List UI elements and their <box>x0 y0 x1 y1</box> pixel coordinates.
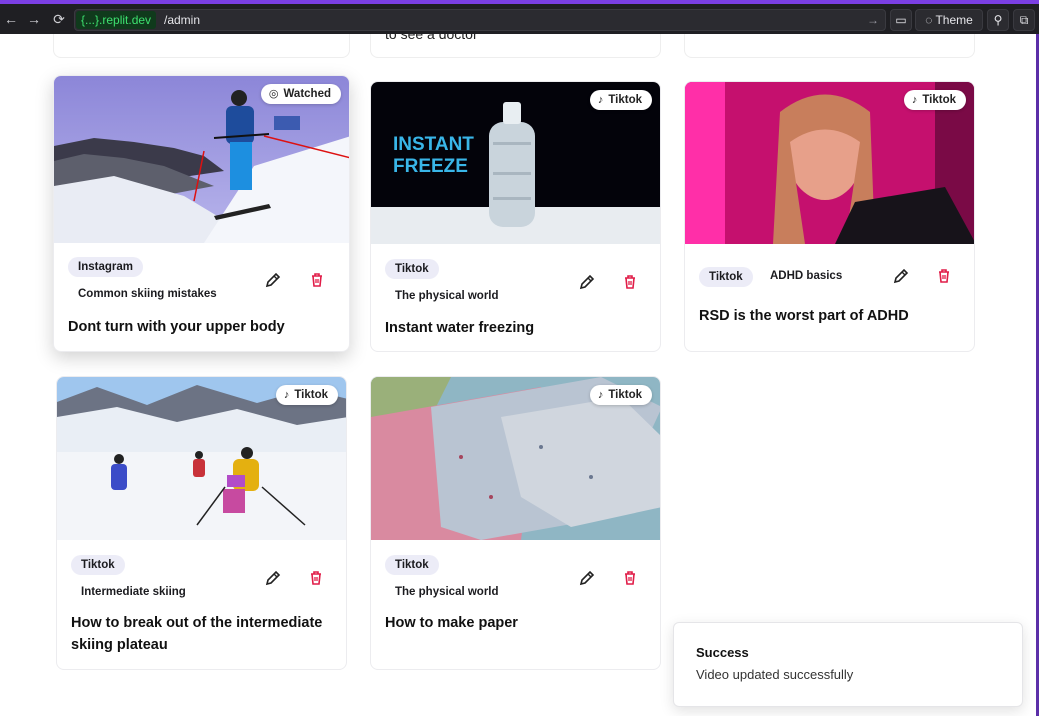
thumbnail-caption: INSTANT FREEZE <box>393 134 474 177</box>
platform-tag: Instagram <box>68 257 143 277</box>
video-card[interactable]: ♪ Tiktok Tiktok Intermediate skiing How … <box>56 376 347 670</box>
topic-label: The physical world <box>395 586 499 598</box>
topic-label: Intermediate skiing <box>81 586 186 598</box>
platform-tag: Tiktok <box>385 555 439 575</box>
trash-icon <box>625 571 635 585</box>
topic-label: The physical world <box>395 290 499 302</box>
tiktok-icon: ♪ <box>597 389 604 401</box>
card-remnant <box>684 34 975 58</box>
toast-title: Success <box>696 645 749 660</box>
trash-icon <box>625 275 635 289</box>
theme-label: Theme <box>935 13 973 27</box>
video-title: RSD is the worst part of ADHD <box>699 308 909 324</box>
delete-button[interactable] <box>620 568 640 588</box>
video-card[interactable]: INSTANT FREEZE ♪ Tiktok Tiktok The physi… <box>370 81 661 352</box>
platform-badge: ♪ Tiktok <box>275 385 338 405</box>
back-icon[interactable]: ← <box>2 10 20 28</box>
tools-icon[interactable]: ⚲ <box>987 9 1009 31</box>
open-external-icon[interactable]: ⧉ <box>1013 9 1035 31</box>
palette-icon: ◌ <box>925 13 933 27</box>
domain-chip: {...}.replit.dev <box>76 11 157 29</box>
toast-message: Video updated successfully <box>696 667 854 682</box>
video-title: How to break out of the intermediate ski… <box>71 615 323 653</box>
tiktok-icon: ♪ <box>283 389 290 401</box>
platform-badge: ♪ Tiktok <box>589 90 652 110</box>
trash-icon <box>939 269 949 283</box>
pencil-icon <box>893 268 909 284</box>
card-remnant <box>53 34 350 58</box>
platform-badge: ♪ Tiktok <box>903 90 966 110</box>
address-bar[interactable]: {...}.replit.dev /admin → <box>74 9 886 31</box>
go-arrow-icon[interactable]: → <box>867 11 879 29</box>
success-toast[interactable]: Success Video updated successfully <box>673 622 1023 707</box>
video-title: Dont turn with your upper body <box>68 319 285 335</box>
theme-button[interactable]: ◌ Theme <box>915 9 983 31</box>
delete-button[interactable] <box>307 270 327 290</box>
edit-button[interactable] <box>891 266 911 286</box>
reload-icon[interactable]: ⟳ <box>50 10 68 28</box>
devices-icon[interactable]: ▭ <box>890 9 912 31</box>
url-path: /admin <box>164 13 201 27</box>
video-card[interactable]: ♪ Tiktok Tiktok ADHD basics RSD is the w… <box>684 81 975 352</box>
edit-button[interactable] <box>263 568 283 588</box>
video-card[interactable]: ♪ Tiktok Tiktok The physical world How t… <box>370 376 661 670</box>
check-circle-icon: ◎ <box>268 88 279 100</box>
platform-badge: ♪ Tiktok <box>589 385 652 405</box>
edit-button[interactable] <box>577 272 597 292</box>
card-remnant: to see a doctor <box>370 34 661 58</box>
video-card[interactable]: ◎ Watched Instagram Common skiing mistak… <box>53 75 350 352</box>
pencil-icon <box>265 272 281 288</box>
browser-toolbar: ← → ⟳ {...}.replit.dev /admin → ▭ ◌ Them… <box>0 0 1039 34</box>
pencil-icon <box>265 570 281 586</box>
remnant-title: to see a doctor <box>385 34 478 42</box>
topic-label: ADHD basics <box>770 270 843 282</box>
delete-button[interactable] <box>934 266 954 286</box>
edit-button[interactable] <box>263 270 283 290</box>
tiktok-icon: ♪ <box>597 94 604 106</box>
pencil-icon <box>579 570 595 586</box>
trash-icon <box>312 273 322 287</box>
pencil-icon <box>579 274 595 290</box>
platform-tag: Tiktok <box>71 555 125 575</box>
trash-icon <box>311 571 321 585</box>
watched-badge: ◎ Watched <box>260 84 341 104</box>
platform-tag: Tiktok <box>385 259 439 279</box>
delete-button[interactable] <box>306 568 326 588</box>
video-title: How to make paper <box>385 615 518 631</box>
platform-tag: Tiktok <box>699 267 753 287</box>
topic-label: Common skiing mistakes <box>78 288 217 300</box>
video-title: Instant water freezing <box>385 320 535 336</box>
delete-button[interactable] <box>620 272 640 292</box>
tiktok-icon: ♪ <box>911 94 918 106</box>
edit-button[interactable] <box>577 568 597 588</box>
forward-icon[interactable]: → <box>25 10 43 28</box>
